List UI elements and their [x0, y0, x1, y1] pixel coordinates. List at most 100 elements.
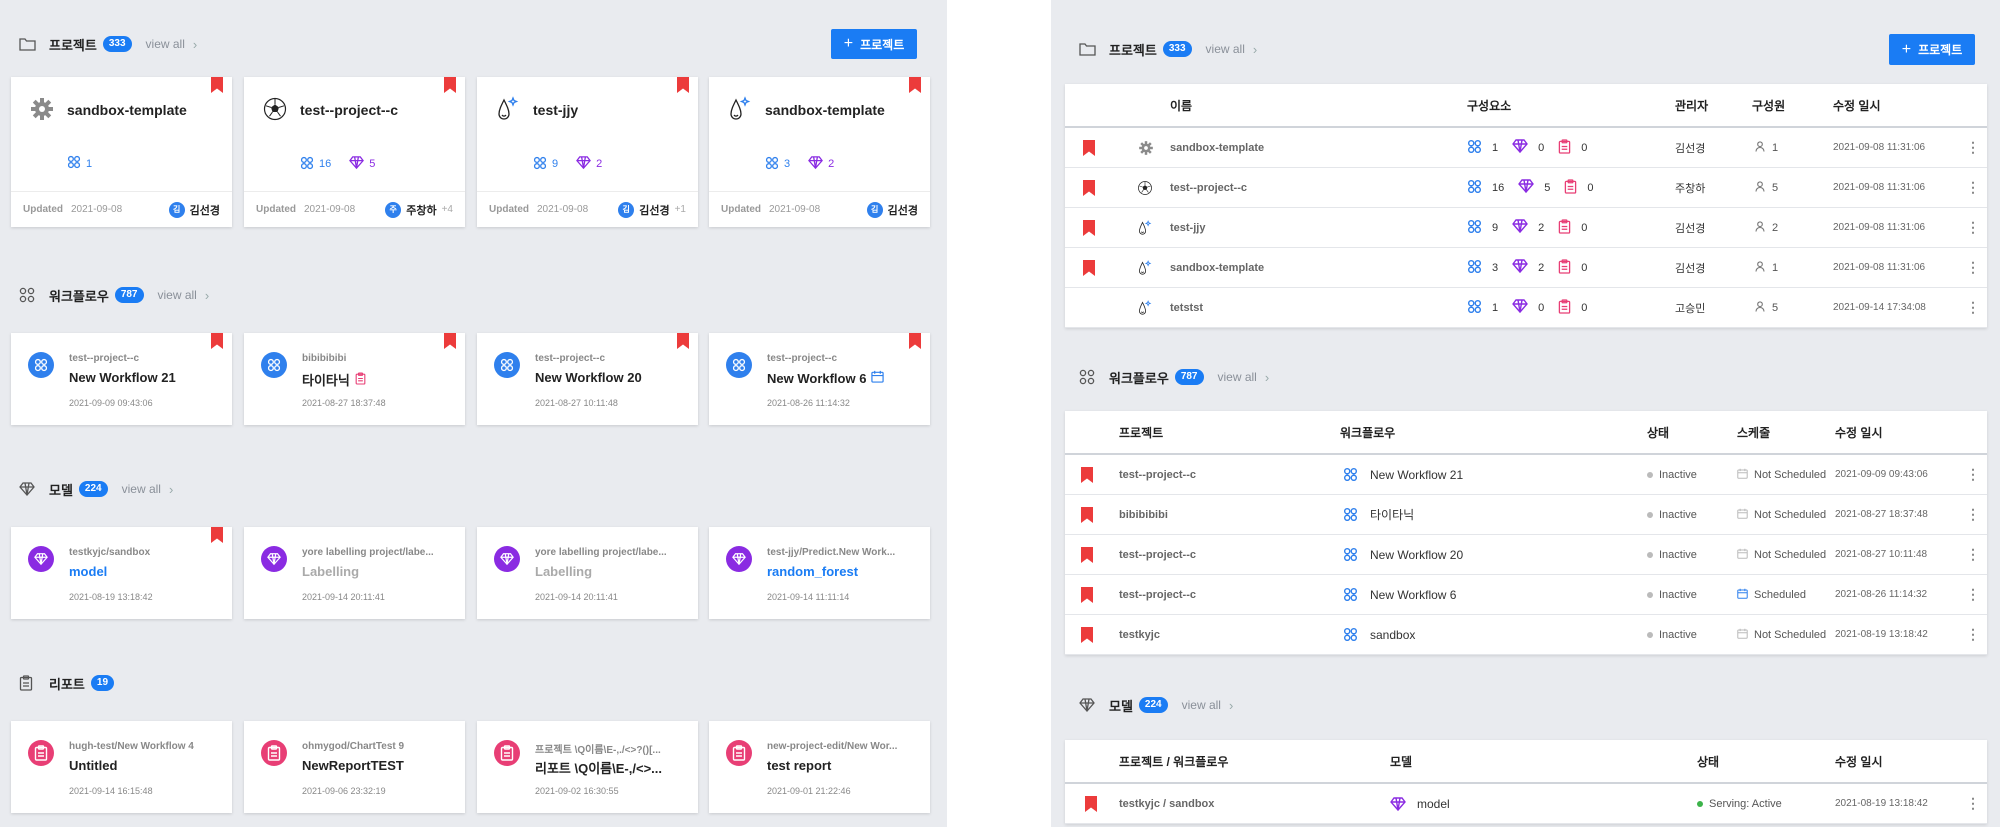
workflow-card[interactable]: test--project--c New Workflow 20 2021-08-2…	[477, 333, 698, 425]
workflow-card[interactable]: test--project--c New Workflow 6 2021-08-26…	[709, 333, 930, 425]
workflow-card[interactable]: test--project--c New Workflow 21 2021-09-0…	[11, 333, 232, 425]
bookmark-icon[interactable]	[1081, 547, 1093, 563]
more-options-icon[interactable]: ⋮	[1966, 288, 1980, 327]
add-project-button[interactable]: + 프로젝트	[831, 29, 917, 59]
gem-icon	[1518, 178, 1535, 197]
bookmark-icon[interactable]	[909, 77, 921, 93]
card-date: 2021-08-27 18:37:48	[302, 398, 386, 408]
view-all-link[interactable]: view all ›	[158, 288, 210, 303]
table-row[interactable]: testkyjc / sandbox model Serving: Active 20…	[1065, 784, 1987, 824]
view-all-link[interactable]: view all ›	[146, 37, 198, 52]
bookmark-icon[interactable]	[1081, 507, 1093, 523]
project-card[interactable]: test-jjy 9 2 Updated 2021-09-08 김 김선경 +1	[477, 77, 698, 227]
components: 920	[1467, 208, 1601, 247]
more-options-icon[interactable]: ⋮	[1966, 615, 1980, 654]
count-badge: 19	[90, 675, 115, 691]
report-icon	[355, 371, 366, 388]
bookmark-icon[interactable]	[1083, 260, 1095, 276]
report-card[interactable]: hugh-test/New Workflow 4 Untitled 2021-09-…	[11, 721, 232, 813]
more-options-icon[interactable]: ⋮	[1966, 784, 1980, 823]
card-date: 2021-09-02 16:30:55	[535, 786, 619, 796]
view-all-link[interactable]: view all ›	[1182, 698, 1234, 713]
table-row[interactable]: sandbox-template 1 0 0 김선경 1 2021-09-08 11:31:…	[1065, 128, 1987, 168]
card-title: 리포트 \Q이름\E-,/<>...	[535, 761, 662, 776]
view-all-link[interactable]: view all ›	[122, 482, 174, 497]
model-card[interactable]: yore labelling project/labe... Labelling 2…	[244, 527, 465, 619]
table-row[interactable]: bibibibibi 타이타닉 Inactive Not Scheduled 2021-…	[1065, 495, 1987, 535]
more-options-icon[interactable]: ⋮	[1966, 495, 1980, 534]
status: Serving: Active	[1697, 784, 1782, 823]
project-card[interactable]: sandbox-template 3 2 Updated 2021-09-08 김 김선경	[709, 77, 930, 227]
bookmark-icon[interactable]	[211, 333, 223, 349]
schedule: Not Scheduled	[1737, 535, 1826, 574]
more-options-icon[interactable]: ⋮	[1966, 455, 1980, 494]
bookmark-icon[interactable]	[1083, 140, 1095, 156]
model-card[interactable]: test-jjy/Predict.New Work... random_fores…	[709, 527, 930, 619]
bookmark-icon[interactable]	[211, 527, 223, 543]
more-options-icon[interactable]: ⋮	[1966, 535, 1980, 574]
gem-icon	[576, 155, 592, 173]
report-card[interactable]: ohmygod/ChartTest 9 NewReportTEST 2021-09-…	[244, 721, 465, 813]
workflow-name: 타이타닉	[1370, 508, 1415, 522]
card-title: 타이타닉	[302, 370, 366, 389]
table-row[interactable]: test--project--c 16 5 0 주창하 5 2021-09-08 11:31…	[1065, 168, 1987, 208]
more-options-icon[interactable]: ⋮	[1966, 248, 1980, 287]
owner: 주 주창하 +4	[385, 201, 453, 218]
more-options-icon[interactable]: ⋮	[1966, 128, 1980, 167]
count-badge: 787	[114, 287, 144, 303]
bookmark-icon[interactable]	[1083, 220, 1095, 236]
droplet-icon	[726, 95, 754, 123]
bookmark-icon[interactable]	[1081, 587, 1093, 603]
workflow-icon	[765, 156, 779, 173]
table-row[interactable]: test--project--c New Workflow 20 Inactive N…	[1065, 535, 1987, 575]
more-options-icon[interactable]: ⋮	[1966, 168, 1980, 207]
components: 100	[1467, 288, 1601, 327]
view-all-link[interactable]: view all ›	[1218, 370, 1270, 385]
workflows-section-header: 워크플로우 787 view all ›	[19, 280, 209, 310]
bookmark-icon[interactable]	[444, 333, 456, 349]
more-options-icon[interactable]: ⋮	[1966, 208, 1980, 247]
project-name: sandbox-template	[765, 102, 885, 118]
modified-date: 2021-09-08 11:31:06	[1833, 182, 1926, 193]
droplet-icon	[1133, 288, 1157, 327]
card-subtitle: testkyjc/sandbox	[69, 547, 151, 558]
avatar: 김	[168, 201, 185, 218]
table-row[interactable]: tetstst 1 0 0 고승민 5 2021-09-14 17:34:08 ⋮	[1065, 288, 1987, 328]
bookmark-icon[interactable]	[1081, 467, 1093, 483]
bookmark-icon[interactable]	[211, 77, 223, 93]
view-all-link[interactable]: view all ›	[1206, 42, 1258, 57]
count-badge: 787	[1174, 369, 1204, 385]
bookmark-icon[interactable]	[1083, 180, 1095, 196]
bookmark-icon[interactable]	[444, 77, 456, 93]
bookmark-icon[interactable]	[677, 333, 689, 349]
table-row[interactable]: test--project--c New Workflow 21 Inactive N…	[1065, 455, 1987, 495]
projects-section-header: 프로젝트 333 view all ›	[1079, 34, 1257, 64]
table-row[interactable]: sandbox-template 3 2 0 김선경 1 2021-09-08 11:31:…	[1065, 248, 1987, 288]
workflow-count: 1	[67, 155, 92, 172]
report-card[interactable]: 프로젝트 \Q이름\E-,./<>?()[... 리포트 \Q이름\E-,/<>.…	[477, 721, 698, 813]
bookmark-icon[interactable]	[909, 333, 921, 349]
manager: 김선경	[1675, 262, 1706, 275]
report-card[interactable]: new-project-edit/New Wor... test report 20…	[709, 721, 930, 813]
model-card[interactable]: yore labelling project/labe... Labelling 2…	[477, 527, 698, 619]
more-options-icon[interactable]: ⋮	[1966, 575, 1980, 614]
table-row[interactable]: testkyjc sandbox Inactive Not Scheduled 2021…	[1065, 615, 1987, 655]
add-project-button[interactable]: + 프로젝트	[1889, 34, 1975, 65]
card-title: Labelling	[302, 564, 360, 579]
bookmark-icon[interactable]	[677, 77, 689, 93]
updated-date: 2021-09-08	[304, 204, 356, 215]
bookmark-icon[interactable]	[1085, 796, 1097, 812]
report-icon	[1564, 178, 1577, 197]
workflow-card[interactable]: bibibibibi 타이타닉 2021-08-27 18:37:48	[244, 333, 465, 425]
workflow-icon	[261, 352, 287, 378]
table-row[interactable]: test--project--c New Workflow 6 Inactive Sc…	[1065, 575, 1987, 615]
card-title: Untitled	[69, 758, 118, 773]
workflow-icon	[726, 352, 752, 378]
model-card[interactable]: testkyjc/sandbox model 2021-08-19 13:18:42	[11, 527, 232, 619]
project-card[interactable]: test--project--c 16 5 Updated 2021-09-08 주 주창하…	[244, 77, 465, 227]
table-row[interactable]: test-jjy 9 2 0 김선경 2 2021-09-08 11:31:06 ⋮	[1065, 208, 1987, 248]
workflow-name: New Workflow 20	[1370, 547, 1464, 562]
project-card[interactable]: sandbox-template 1 Updated 2021-09-08 김 김선경	[11, 77, 232, 227]
project-name: test--project--c	[1170, 181, 1248, 194]
bookmark-icon[interactable]	[1081, 627, 1093, 643]
